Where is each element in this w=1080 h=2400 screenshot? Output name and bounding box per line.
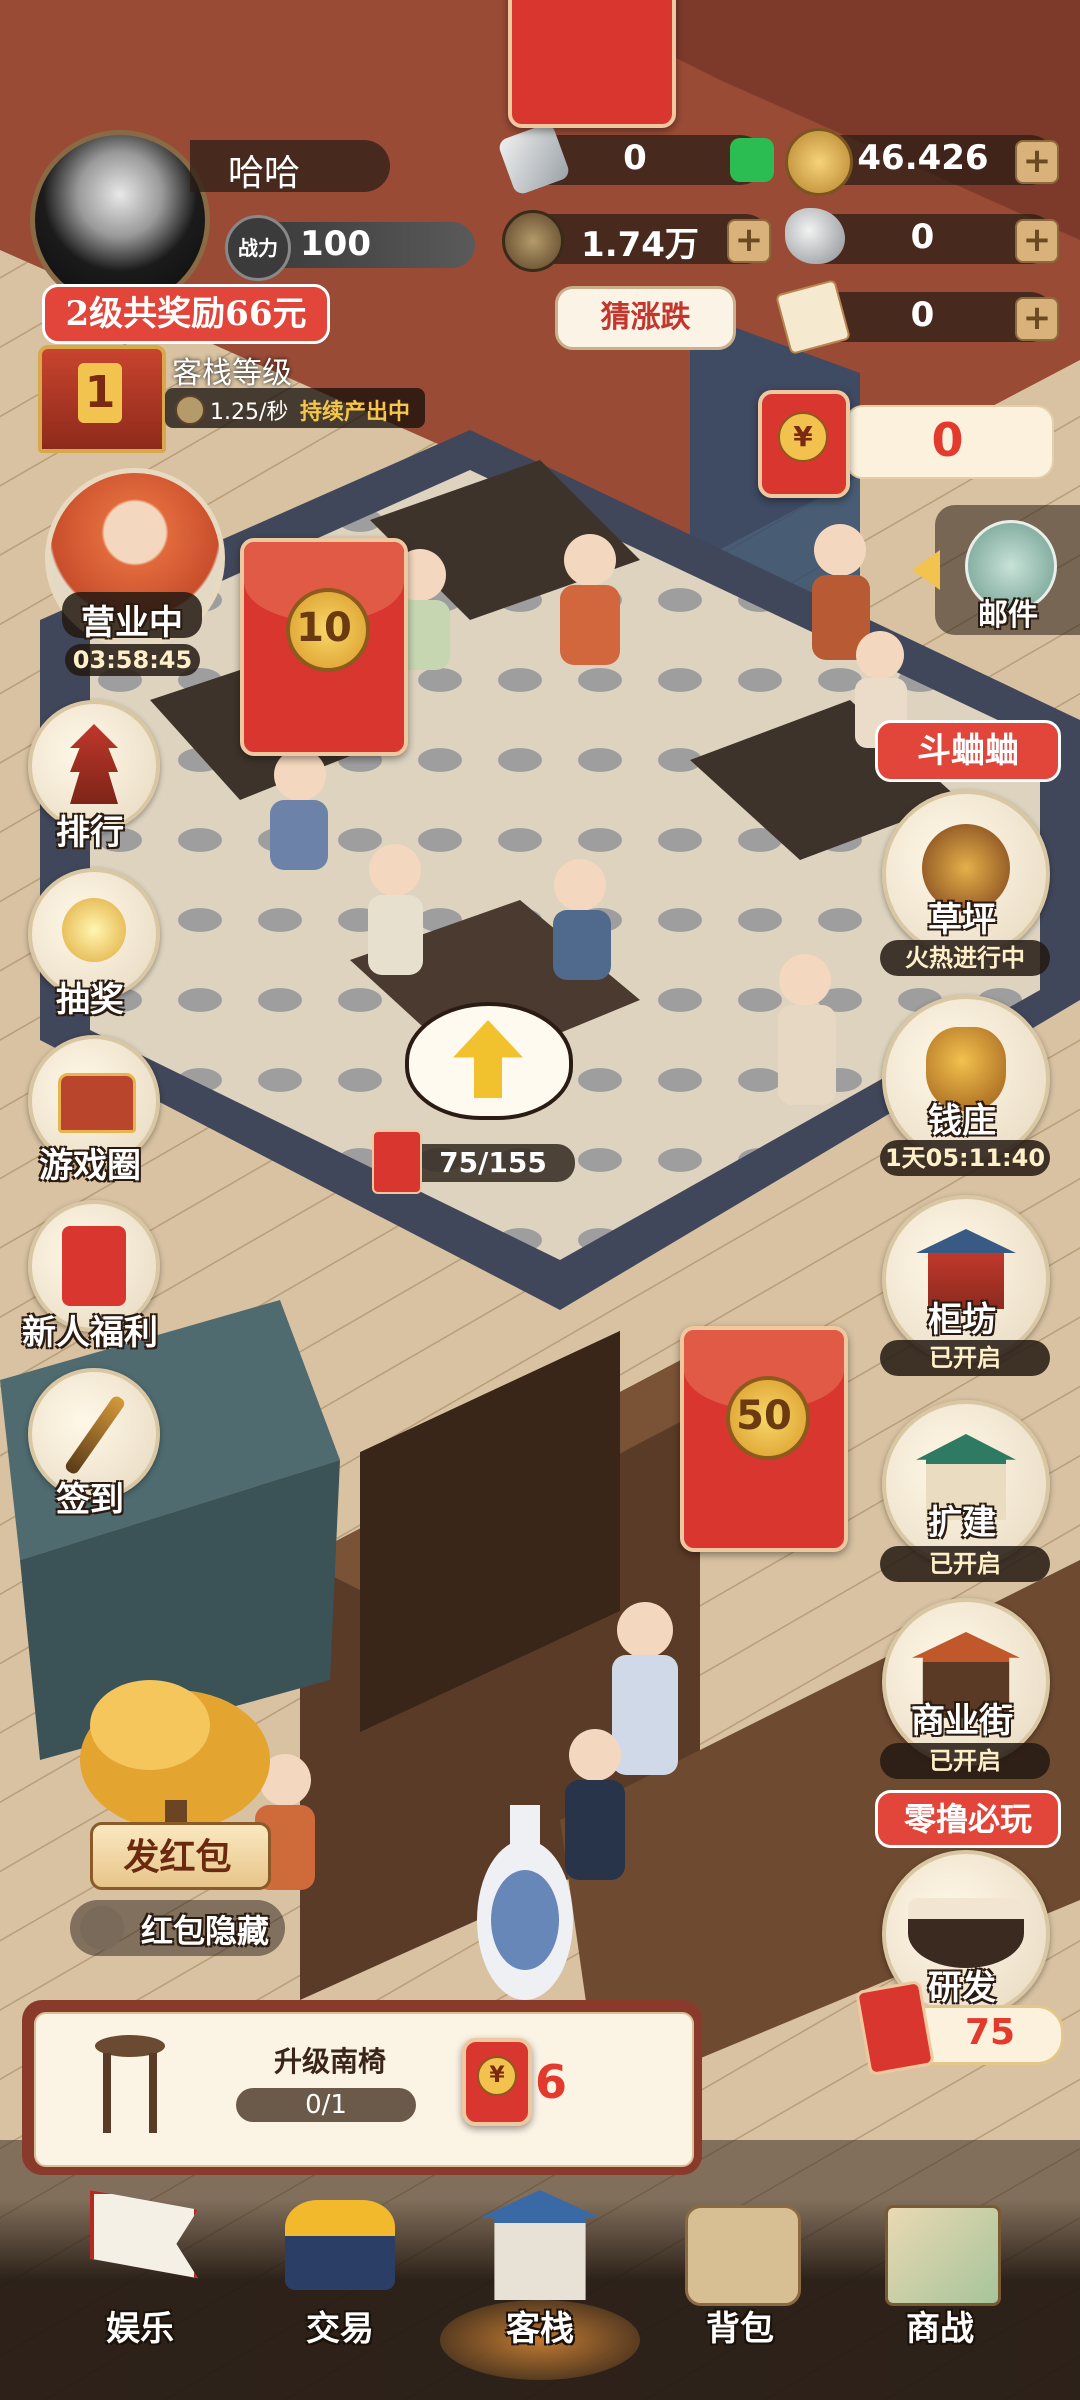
cooking-pot-icon — [908, 1898, 1024, 1968]
top-red-envelope[interactable] — [508, 0, 676, 128]
red-packet-icon: ¥ — [758, 390, 850, 498]
nav-backpack-label: 背包 — [706, 2309, 774, 2349]
floating-red-envelope-50[interactable]: 50 — [680, 1326, 848, 1552]
must-play-banner[interactable]: 零撸必玩 — [875, 1790, 1061, 1848]
cricket-fight-banner[interactable]: 斗蛐蛐 — [875, 720, 1061, 782]
wechat-count: 0 — [623, 138, 647, 178]
nav-entertainment-label: 娱乐 — [106, 2309, 174, 2349]
flag-icon — [90, 2190, 198, 2279]
guess-rise-fall-label: 猜涨跌 — [600, 300, 691, 335]
upgrade-ticket-icon — [372, 1130, 422, 1194]
grass-arena-status: 火热进行中 — [880, 940, 1050, 976]
ore-add-button[interactable]: + — [1015, 219, 1059, 263]
nav-business-war[interactable]: 商战 — [850, 2180, 1030, 2380]
merchant-hat-icon — [285, 2200, 395, 2290]
must-play-text: 零撸必玩 — [903, 1800, 1032, 1838]
game-circle-label: 游戏圈 — [39, 1146, 141, 1186]
bank-timer: 1天05:11:40 — [880, 1140, 1050, 1176]
gold-count: 46.426 — [857, 138, 989, 178]
copper-count: 1.74万 — [581, 225, 699, 265]
business-status: 营业中 — [81, 603, 183, 643]
business-timer: 03:58:45 — [65, 644, 200, 676]
guess-rise-fall-button[interactable]: 猜涨跌 — [555, 286, 736, 350]
bundle-icon — [685, 2205, 801, 2306]
task-reward-amount: 6 — [535, 2055, 568, 2109]
nav-inn-label: 客栈 — [506, 2309, 574, 2349]
envelope-10-value: 10 — [296, 605, 352, 651]
inn-gate-icon — [480, 2190, 600, 2300]
nav-trade[interactable]: 交易 — [250, 2180, 430, 2380]
sign-in-label: 签到 — [56, 1480, 124, 1520]
ticket-add-button[interactable]: + — [1015, 297, 1059, 341]
nav-trade-label: 交易 — [306, 2309, 374, 2349]
table-upgrade-bubble[interactable] — [405, 1002, 573, 1120]
ore-count: 0 — [910, 217, 935, 257]
production-coin-icon — [175, 395, 205, 425]
ranking-label: 排行 — [56, 813, 124, 853]
cabinet-shop-label: 柜坊 — [928, 1300, 996, 1340]
lottery-label: 抽奖 — [56, 980, 124, 1020]
map-scroll-icon — [885, 2205, 1001, 2306]
send-red-packet-label: 发红包 — [123, 1836, 232, 1878]
expand-status: 已开启 — [880, 1546, 1050, 1582]
power-icon: 战力 — [225, 215, 291, 281]
grass-arena-label: 草坪 — [928, 900, 996, 940]
commercial-street-status: 已开启 — [880, 1743, 1050, 1779]
treasure-chest-icon — [58, 1073, 136, 1133]
commercial-street-label: 商业街 — [911, 1701, 1013, 1741]
floating-red-envelope-10[interactable]: 10 — [240, 538, 408, 756]
power-value: 100 — [300, 224, 371, 264]
nav-backpack[interactable]: 背包 — [650, 2180, 830, 2380]
player-name: 哈哈 — [228, 153, 301, 194]
brush-icon — [63, 1394, 127, 1476]
level-reward-banner[interactable]: 2级共奖励66元 — [42, 284, 330, 344]
copper-coin-icon — [502, 210, 564, 272]
newbie-red-packet-icon — [62, 1226, 126, 1306]
inn-level-title: 客栈等级 — [172, 356, 292, 391]
inn-level-icon[interactable]: 1 — [38, 345, 166, 453]
task-title: 升级南椅 — [273, 2045, 386, 2078]
expand-label: 扩建 — [928, 1503, 996, 1543]
nav-entertainment[interactable]: 娱乐 — [50, 2180, 230, 2380]
cabinet-shop-status: 已开启 — [880, 1340, 1050, 1376]
gold-add-button[interactable]: + — [1015, 140, 1059, 184]
nav-inn[interactable]: 客栈 — [440, 2180, 640, 2380]
wechat-icon — [730, 138, 774, 182]
inn-producing-text: 持续产出中 — [300, 400, 411, 425]
inn-level-number: 1 — [78, 363, 122, 423]
lottery-lantern-icon — [62, 898, 126, 962]
gold-coin-icon — [785, 128, 853, 196]
research-count: 75 — [964, 2012, 1016, 2053]
upgrade-arrow-icon — [453, 1020, 523, 1098]
newbie-benefit-label: 新人福利 — [22, 1313, 158, 1353]
level-reward-text: 2级共奖励66元 — [65, 294, 307, 334]
stool-icon — [95, 2035, 165, 2135]
pagoda-icon — [70, 724, 118, 804]
task-progress-text: 0/1 — [305, 2090, 347, 2120]
cricket-fight-text: 斗蛐蛐 — [917, 731, 1019, 771]
envelope-50-value: 50 — [736, 1393, 792, 1439]
upgrade-progress-text: 75/155 — [439, 1146, 547, 1179]
copper-add-button[interactable]: + — [727, 219, 771, 263]
mail-label: 邮件 — [978, 598, 1038, 633]
task-reward-envelope-icon: ¥ — [462, 2038, 532, 2126]
inn-production-rate: 1.25/秒 — [210, 400, 289, 425]
red-packet-count: 0 — [931, 413, 964, 467]
hide-red-packet-label: 红包隐藏 — [140, 1912, 269, 1950]
toggle-knob-icon — [80, 1906, 124, 1950]
nav-business-war-label: 商战 — [906, 2309, 974, 2349]
power-label: 战力 — [238, 236, 278, 260]
ticket-count: 0 — [910, 295, 935, 335]
avatar[interactable] — [30, 130, 210, 310]
bank-label: 钱庄 — [928, 1101, 996, 1141]
